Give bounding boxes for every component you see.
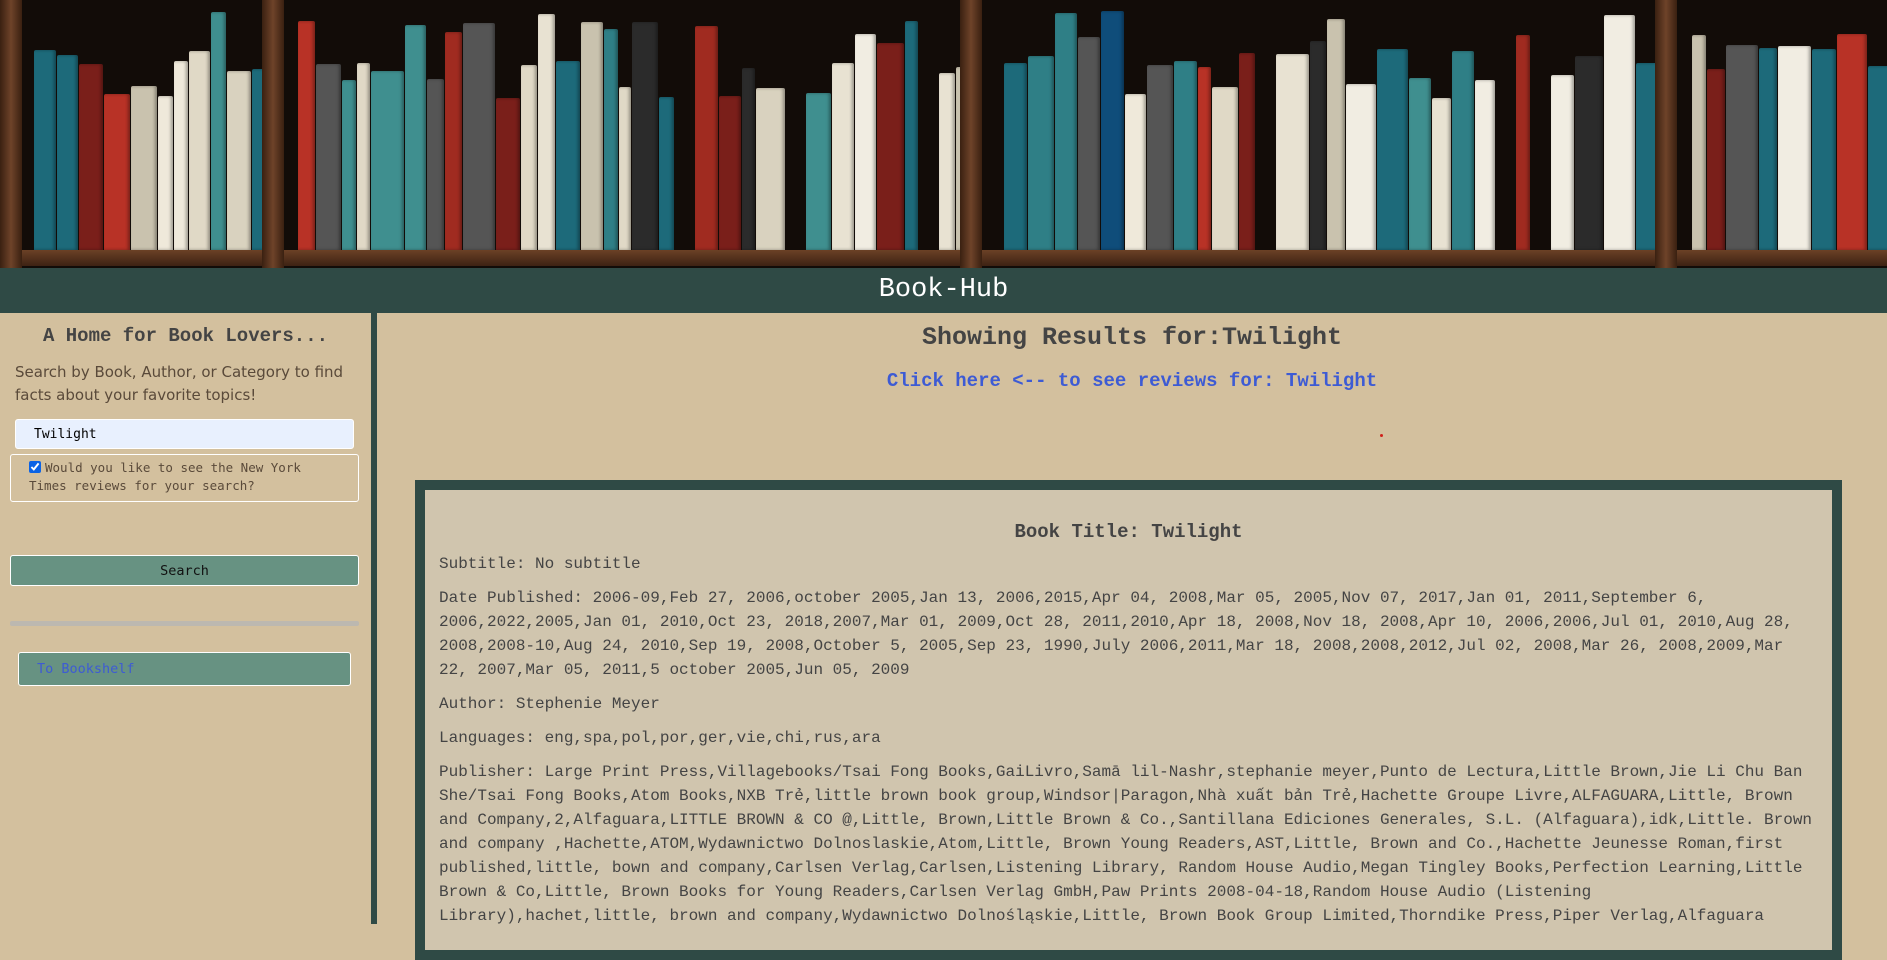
book-spine: [1452, 51, 1474, 250]
book-spine: [1707, 69, 1725, 250]
sidebar-heading: A Home for Book Lovers...: [42, 325, 329, 347]
book-spine: [1432, 98, 1451, 250]
book-spine: [521, 65, 537, 250]
book-author: Author: Stephenie Meyer: [439, 695, 660, 713]
book-result-card: Book Title: Twilight Subtitle: No subtit…: [415, 480, 1842, 960]
book-spine: [695, 26, 718, 250]
book-spine: [659, 97, 674, 250]
book-spine: [1078, 37, 1100, 250]
book-spine: [1692, 35, 1706, 250]
book-spine: [57, 55, 78, 250]
search-input[interactable]: [15, 419, 354, 449]
book-spine: [1101, 11, 1124, 250]
book-languages: Languages: eng,spa,pol,por,ger,vie,chi,r…: [439, 729, 881, 747]
book-spine: [1239, 53, 1255, 250]
main-content: Showing Results for:Twilight Click here …: [377, 313, 1887, 960]
book-spine: [1028, 56, 1054, 250]
book-spine: [371, 71, 404, 250]
book-spine: [619, 87, 631, 250]
site-header: Book-Hub: [0, 268, 1887, 313]
book-spine: [496, 98, 520, 250]
book-subtitle: Subtitle: No subtitle: [439, 555, 641, 573]
book-spine: [34, 50, 56, 250]
reviews-link[interactable]: Click here <-- to see reviews for: Twili…: [377, 370, 1887, 392]
sidebar: A Home for Book Lovers... Search by Book…: [0, 313, 377, 924]
book-spine: [1475, 80, 1495, 250]
book-spine: [104, 94, 130, 250]
book-spine: [1346, 84, 1376, 250]
book-publisher: Publisher: Large Print Press,Villagebook…: [439, 763, 1813, 925]
book-spine: [1868, 66, 1887, 250]
book-spine: [298, 21, 315, 250]
shelf-post: [1655, 0, 1677, 268]
book-title: Book Title: Twilight: [1014, 521, 1243, 543]
book-spine: [1604, 15, 1635, 250]
book-spine: [189, 51, 210, 250]
book-spine: [1516, 35, 1530, 250]
book-spine: [538, 14, 555, 250]
nyt-reviews-label: Would you like to see the New York Times…: [29, 460, 301, 493]
book-spine: [211, 12, 226, 250]
book-spine: [1327, 19, 1345, 250]
book-spine: [158, 96, 173, 250]
book-spine: [405, 25, 426, 250]
book-spine: [832, 63, 854, 250]
book-spine: [1212, 87, 1238, 250]
book-spine: [316, 64, 341, 250]
book-spine: [905, 21, 918, 250]
bookshelf-banner-image: [0, 0, 1887, 268]
book-spine: [1276, 54, 1309, 250]
book-spine: [581, 22, 603, 250]
book-spine: [1377, 49, 1408, 250]
nyt-reviews-checkbox[interactable]: [29, 461, 41, 473]
nyt-reviews-option: Would you like to see the New York Times…: [10, 454, 359, 502]
book-spine: [1004, 63, 1027, 250]
book-spine: [756, 88, 785, 250]
sidebar-divider: [10, 621, 359, 626]
book-spine: [1551, 75, 1574, 250]
red-dot-marker: [1380, 434, 1383, 437]
book-spine: [1198, 67, 1211, 250]
book-spine: [632, 22, 658, 250]
shelf-post: [0, 0, 22, 268]
book-spine: [1812, 49, 1836, 250]
book-spine: [342, 80, 356, 250]
book-date-published: Date Published: 2006-09,Feb 27, 2006,oct…: [439, 589, 1793, 679]
shelf-post: [262, 0, 284, 268]
book-spine: [79, 64, 103, 250]
book-spine: [1055, 13, 1077, 250]
book-spine: [445, 32, 462, 250]
book-spine: [1759, 48, 1777, 250]
book-spine: [1575, 56, 1603, 250]
book-spine: [427, 79, 444, 250]
book-spine: [1778, 46, 1811, 250]
book-spine: [855, 34, 876, 250]
book-spine: [1147, 65, 1173, 250]
book-spine: [556, 61, 580, 250]
book-spine: [806, 93, 831, 250]
book-spine: [877, 43, 904, 250]
to-bookshelf-link[interactable]: To Bookshelf: [18, 652, 351, 686]
book-spine: [742, 68, 755, 250]
book-spine: [604, 29, 618, 250]
results-title: Showing Results for:Twilight: [921, 323, 1343, 352]
book-spine: [227, 71, 251, 250]
site-title: Book-Hub: [878, 275, 1009, 305]
book-spine: [1125, 94, 1146, 250]
book-spine: [131, 86, 157, 250]
book-spine: [1726, 45, 1758, 250]
shelf-post: [960, 0, 982, 268]
book-spine: [1837, 34, 1867, 250]
book-spine: [174, 61, 188, 250]
book-spine: [719, 96, 741, 250]
book-spine: [1409, 78, 1431, 250]
book-spine: [1310, 41, 1326, 250]
book-spine: [357, 63, 370, 250]
sidebar-intro: Search by Book, Author, or Category to f…: [15, 363, 344, 404]
search-button[interactable]: Search: [10, 555, 359, 586]
book-spine: [1174, 61, 1197, 250]
book-spine: [463, 23, 495, 250]
book-spine: [939, 73, 955, 250]
